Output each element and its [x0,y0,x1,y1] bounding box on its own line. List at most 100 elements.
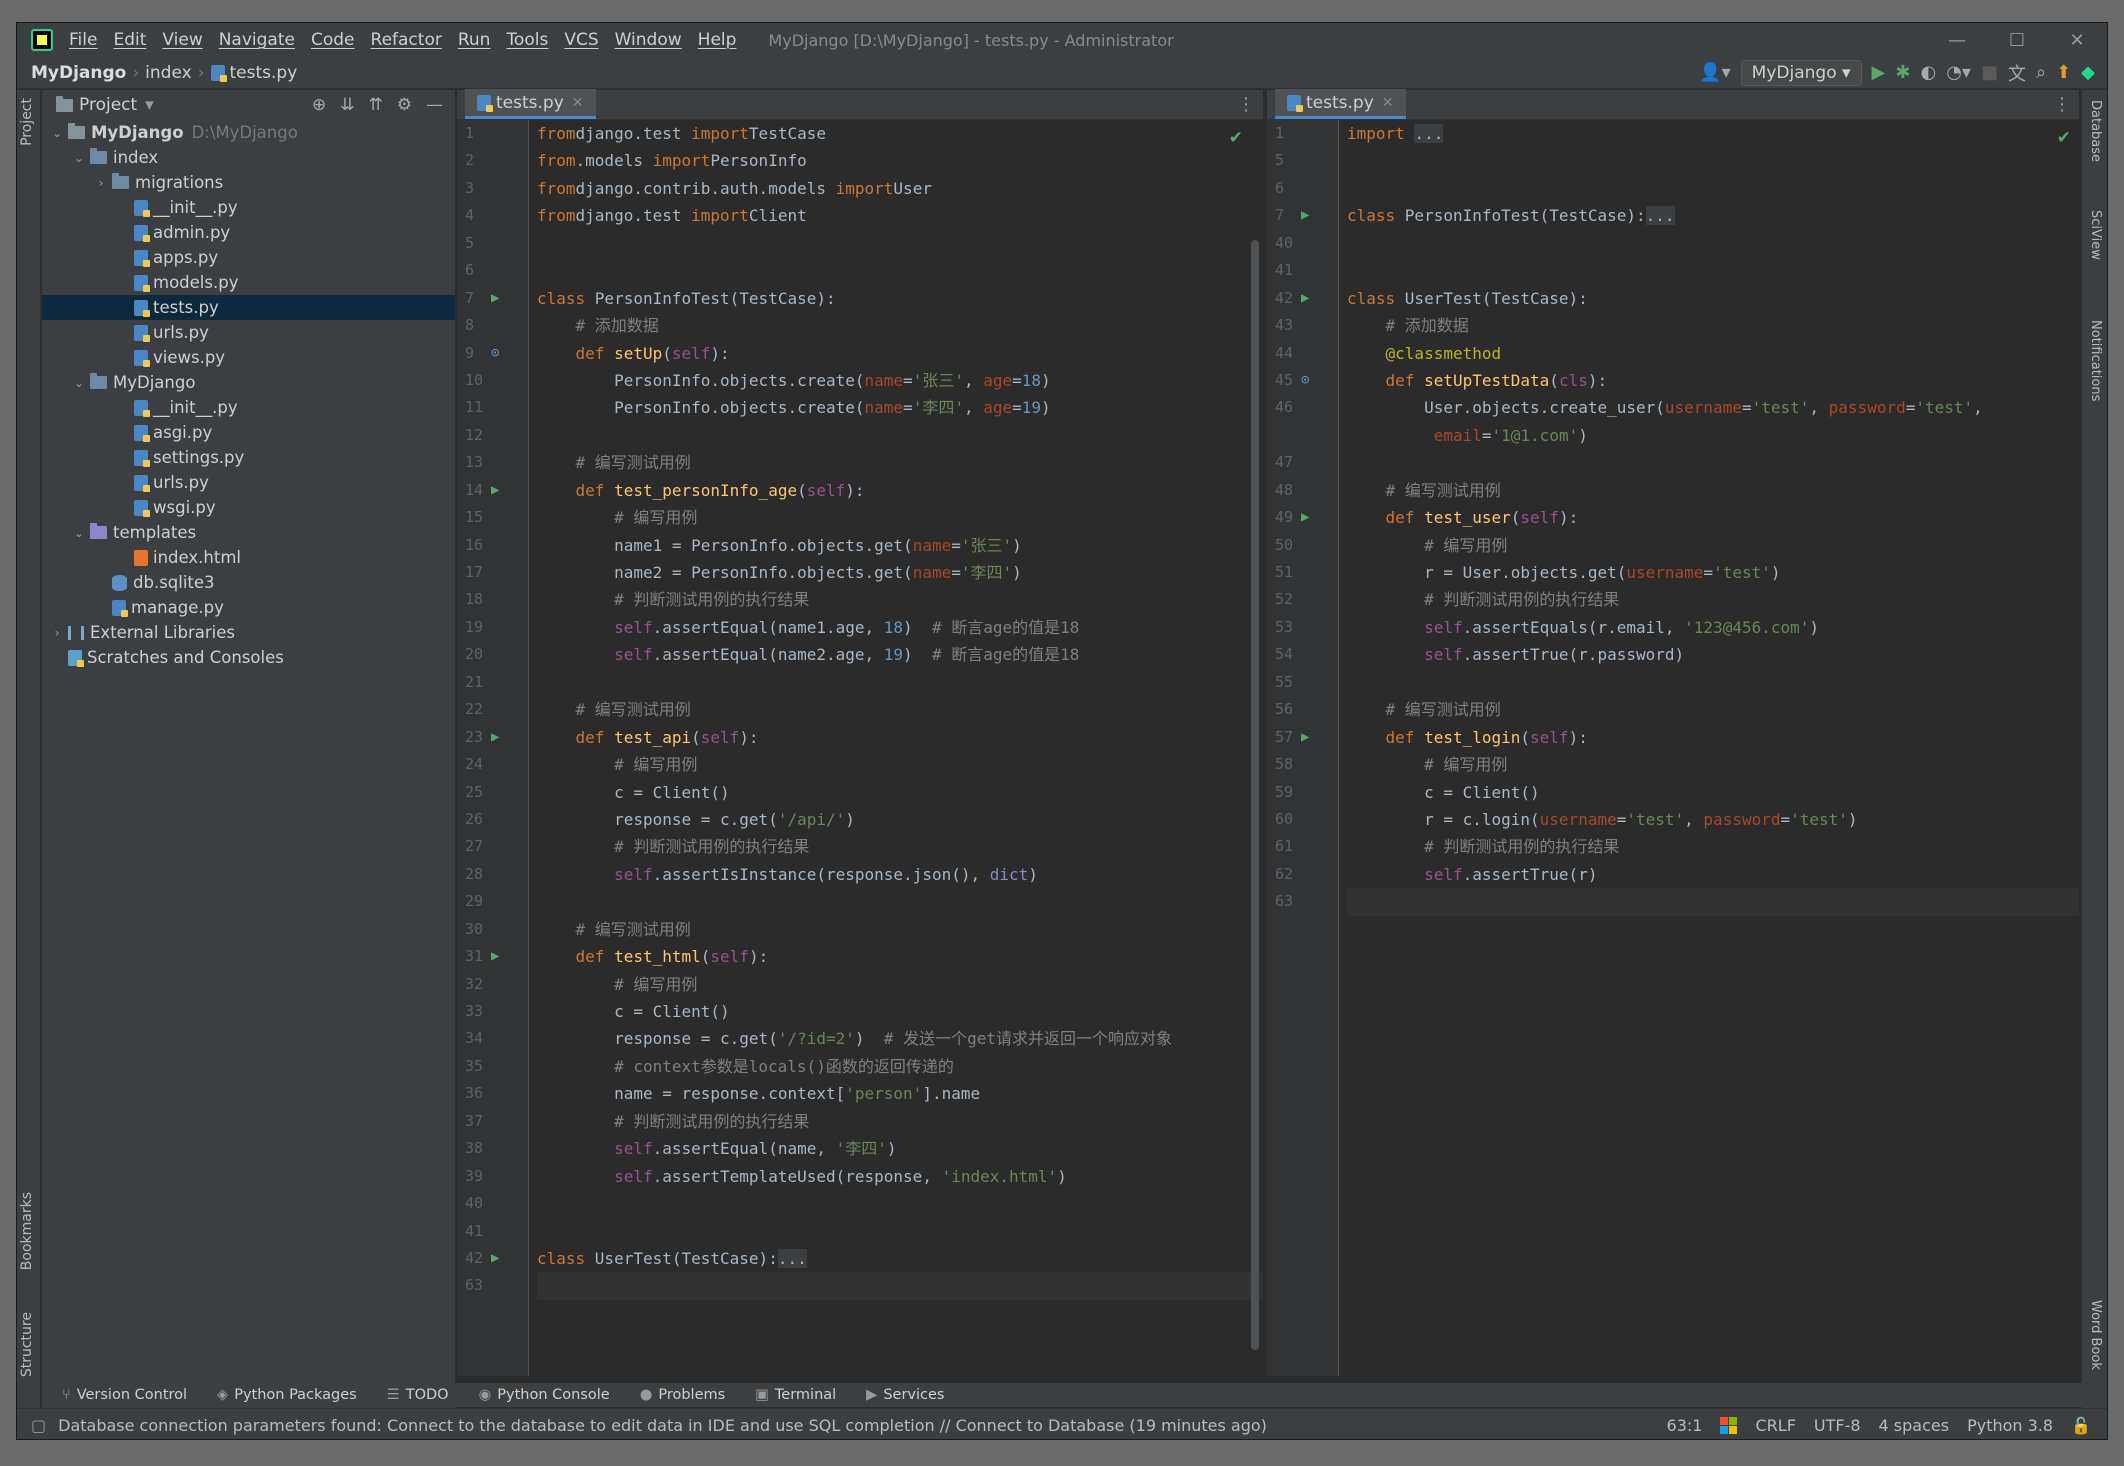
code-line[interactable]: # 编写用例 [537,504,1263,531]
run-icon[interactable]: ▶ [1872,62,1886,83]
debug-icon[interactable]: ✱ [1895,62,1910,83]
toggle-tool-windows-icon[interactable]: ▢ [17,1416,46,1435]
code-line[interactable] [537,1190,1263,1217]
code-line[interactable] [1347,175,2079,202]
code-line[interactable]: fromdjango.test importClient [537,202,1263,229]
code-line[interactable]: # 编写用例 [1347,532,2079,559]
code-line[interactable]: # 编写测试用例 [1347,477,2079,504]
gear-icon[interactable]: ⚙ [397,95,412,115]
code-line[interactable]: c = Client() [537,998,1263,1025]
code-line[interactable] [537,422,1263,449]
breadcrumb-file[interactable]: tests.py [230,63,298,83]
profile-icon[interactable]: ◔▾ [1946,62,1971,83]
run-test-icon[interactable]: ▶ [1301,724,1309,751]
code-line[interactable]: # 编写测试用例 [537,916,1263,943]
override-icon[interactable]: ⊙ [1301,367,1309,394]
tree-node[interactable]: tests.py [42,295,455,320]
code-area[interactable]: import ... class PersonInfoTest(TestCase)… [1347,120,2079,1376]
code-line[interactable]: PersonInfo.objects.create(name='张三', age… [537,367,1263,394]
run-test-icon[interactable]: ▶ [491,1245,499,1272]
menu-navigate[interactable]: Navigate [211,23,303,57]
run-test-icon[interactable]: ▶ [491,724,499,751]
menu-edit[interactable]: Edit [105,23,154,57]
project-tool-button[interactable]: Project [19,98,35,146]
code-line[interactable]: # 编写测试用例 [537,449,1263,476]
code-line[interactable]: # 添加数据 [537,312,1263,339]
tree-node[interactable]: ⌄ templates [42,520,455,545]
translate-icon[interactable]: 文 [2008,60,2026,86]
tool-window-button[interactable]: ● Problems [640,1387,726,1403]
tool-window-button[interactable]: ⑂ Version Control [62,1387,187,1403]
code-line[interactable]: email='1@1.com') [1347,422,2079,449]
chevron-right-icon[interactable]: › [94,176,108,190]
menu-window[interactable]: Window [607,23,690,57]
code-line[interactable]: # context参数是locals()函数的返回传递的 [537,1053,1263,1080]
code-line[interactable]: class PersonInfoTest(TestCase): [537,285,1263,312]
close-tab-icon[interactable]: ✕ [572,95,584,111]
code-line[interactable]: name1 = PersonInfo.objects.get(name='张三'… [537,532,1263,559]
tree-node[interactable]: › External Libraries [42,620,455,645]
override-icon[interactable]: ⊙ [491,340,499,367]
lock-icon[interactable]: 🔓 [2071,1416,2091,1435]
code-line[interactable]: # 判断测试用例的执行结果 [1347,586,2079,613]
expand-all-icon[interactable]: ⇊ [340,95,354,115]
run-test-icon[interactable]: ▶ [1301,202,1309,229]
menu-code[interactable]: Code [303,23,363,57]
vertical-scrollbar[interactable] [1251,240,1259,1350]
tree-node[interactable]: settings.py [42,445,455,470]
code-line[interactable]: def test_personInfo_age(self): [537,477,1263,504]
chevron-right-icon[interactable]: › [50,626,64,640]
stop-icon[interactable]: ■ [1981,62,1998,83]
bookmarks-tool-button[interactable]: Bookmarks [19,1192,35,1270]
tree-node[interactable]: models.py [42,270,455,295]
editor-tab[interactable]: tests.py ✕ [1275,89,1406,119]
code-line[interactable] [537,1272,1263,1300]
tool-window-button[interactable]: ◈ Python Packages [217,1387,357,1403]
tree-node[interactable]: wsgi.py [42,495,455,520]
code-line[interactable]: response = c.get('/api/') [537,806,1263,833]
project-panel-title[interactable]: Project [79,95,137,115]
code-line[interactable] [1347,147,2079,174]
code-line[interactable]: def test_user(self): [1347,504,2079,531]
code-line[interactable]: c = Client() [1347,779,2079,806]
minimize-button[interactable]: — [1927,30,1987,51]
tree-node[interactable]: asgi.py [42,420,455,445]
code-line[interactable]: def test_api(self): [537,724,1263,751]
code-line[interactable]: fromdjango.test importTestCase [537,120,1263,147]
code-line[interactable]: r = User.objects.get(username='test') [1347,559,2079,586]
menu-view[interactable]: View [154,23,210,57]
breadcrumb-project[interactable]: MyDjango [31,63,126,83]
code-line[interactable]: self.assertIsInstance(response.json(), d… [537,861,1263,888]
chevron-down-icon[interactable]: ⌄ [72,526,86,540]
code-line[interactable]: User.objects.create_user(username='test'… [1347,394,2079,421]
tool-window-button[interactable]: ▣ Terminal [755,1387,836,1403]
close-tab-icon[interactable]: ✕ [1382,95,1394,111]
code-line[interactable]: import ... [1347,120,2079,147]
chevron-down-icon[interactable]: ▾ [145,95,154,115]
python-interpreter[interactable]: Python 3.8 [1967,1416,2053,1435]
code-line[interactable]: # 判断测试用例的执行结果 [1347,833,2079,860]
jetbrains-icon[interactable]: ◆ [2081,62,2095,83]
code-line[interactable]: name2 = PersonInfo.objects.get(name='李四'… [537,559,1263,586]
code-line[interactable]: # 判断测试用例的执行结果 [537,1108,1263,1135]
tree-node[interactable]: › migrations [42,170,455,195]
code-line[interactable]: PersonInfo.objects.create(name='李四', age… [537,394,1263,421]
code-line[interactable]: self.assertTemplateUsed(response, 'index… [537,1163,1263,1190]
user-icon[interactable]: 👤▾ [1699,62,1730,83]
code-line[interactable]: def setUp(self): [537,340,1263,367]
tree-node[interactable]: urls.py [42,320,455,345]
code-line[interactable]: self.assertTrue(r) [1347,861,2079,888]
tool-window-button[interactable]: ▶ Services [866,1387,944,1403]
code-line[interactable] [537,1218,1263,1245]
chevron-down-icon[interactable]: ⌄ [72,376,86,390]
hide-icon[interactable]: — [426,95,443,115]
code-line[interactable]: class UserTest(TestCase):... [537,1245,1263,1272]
code-line[interactable]: # 编写用例 [1347,751,2079,778]
code-line[interactable]: # 判断测试用例的执行结果 [537,586,1263,613]
code-line[interactable]: class UserTest(TestCase): [1347,285,2079,312]
code-line[interactable] [537,257,1263,284]
tree-node[interactable]: views.py [42,345,455,370]
breadcrumb-folder[interactable]: index [145,63,192,83]
code-line[interactable]: self.assertEquals(r.email, '123@456.com'… [1347,614,2079,641]
tree-node[interactable]: index.html [42,545,455,570]
